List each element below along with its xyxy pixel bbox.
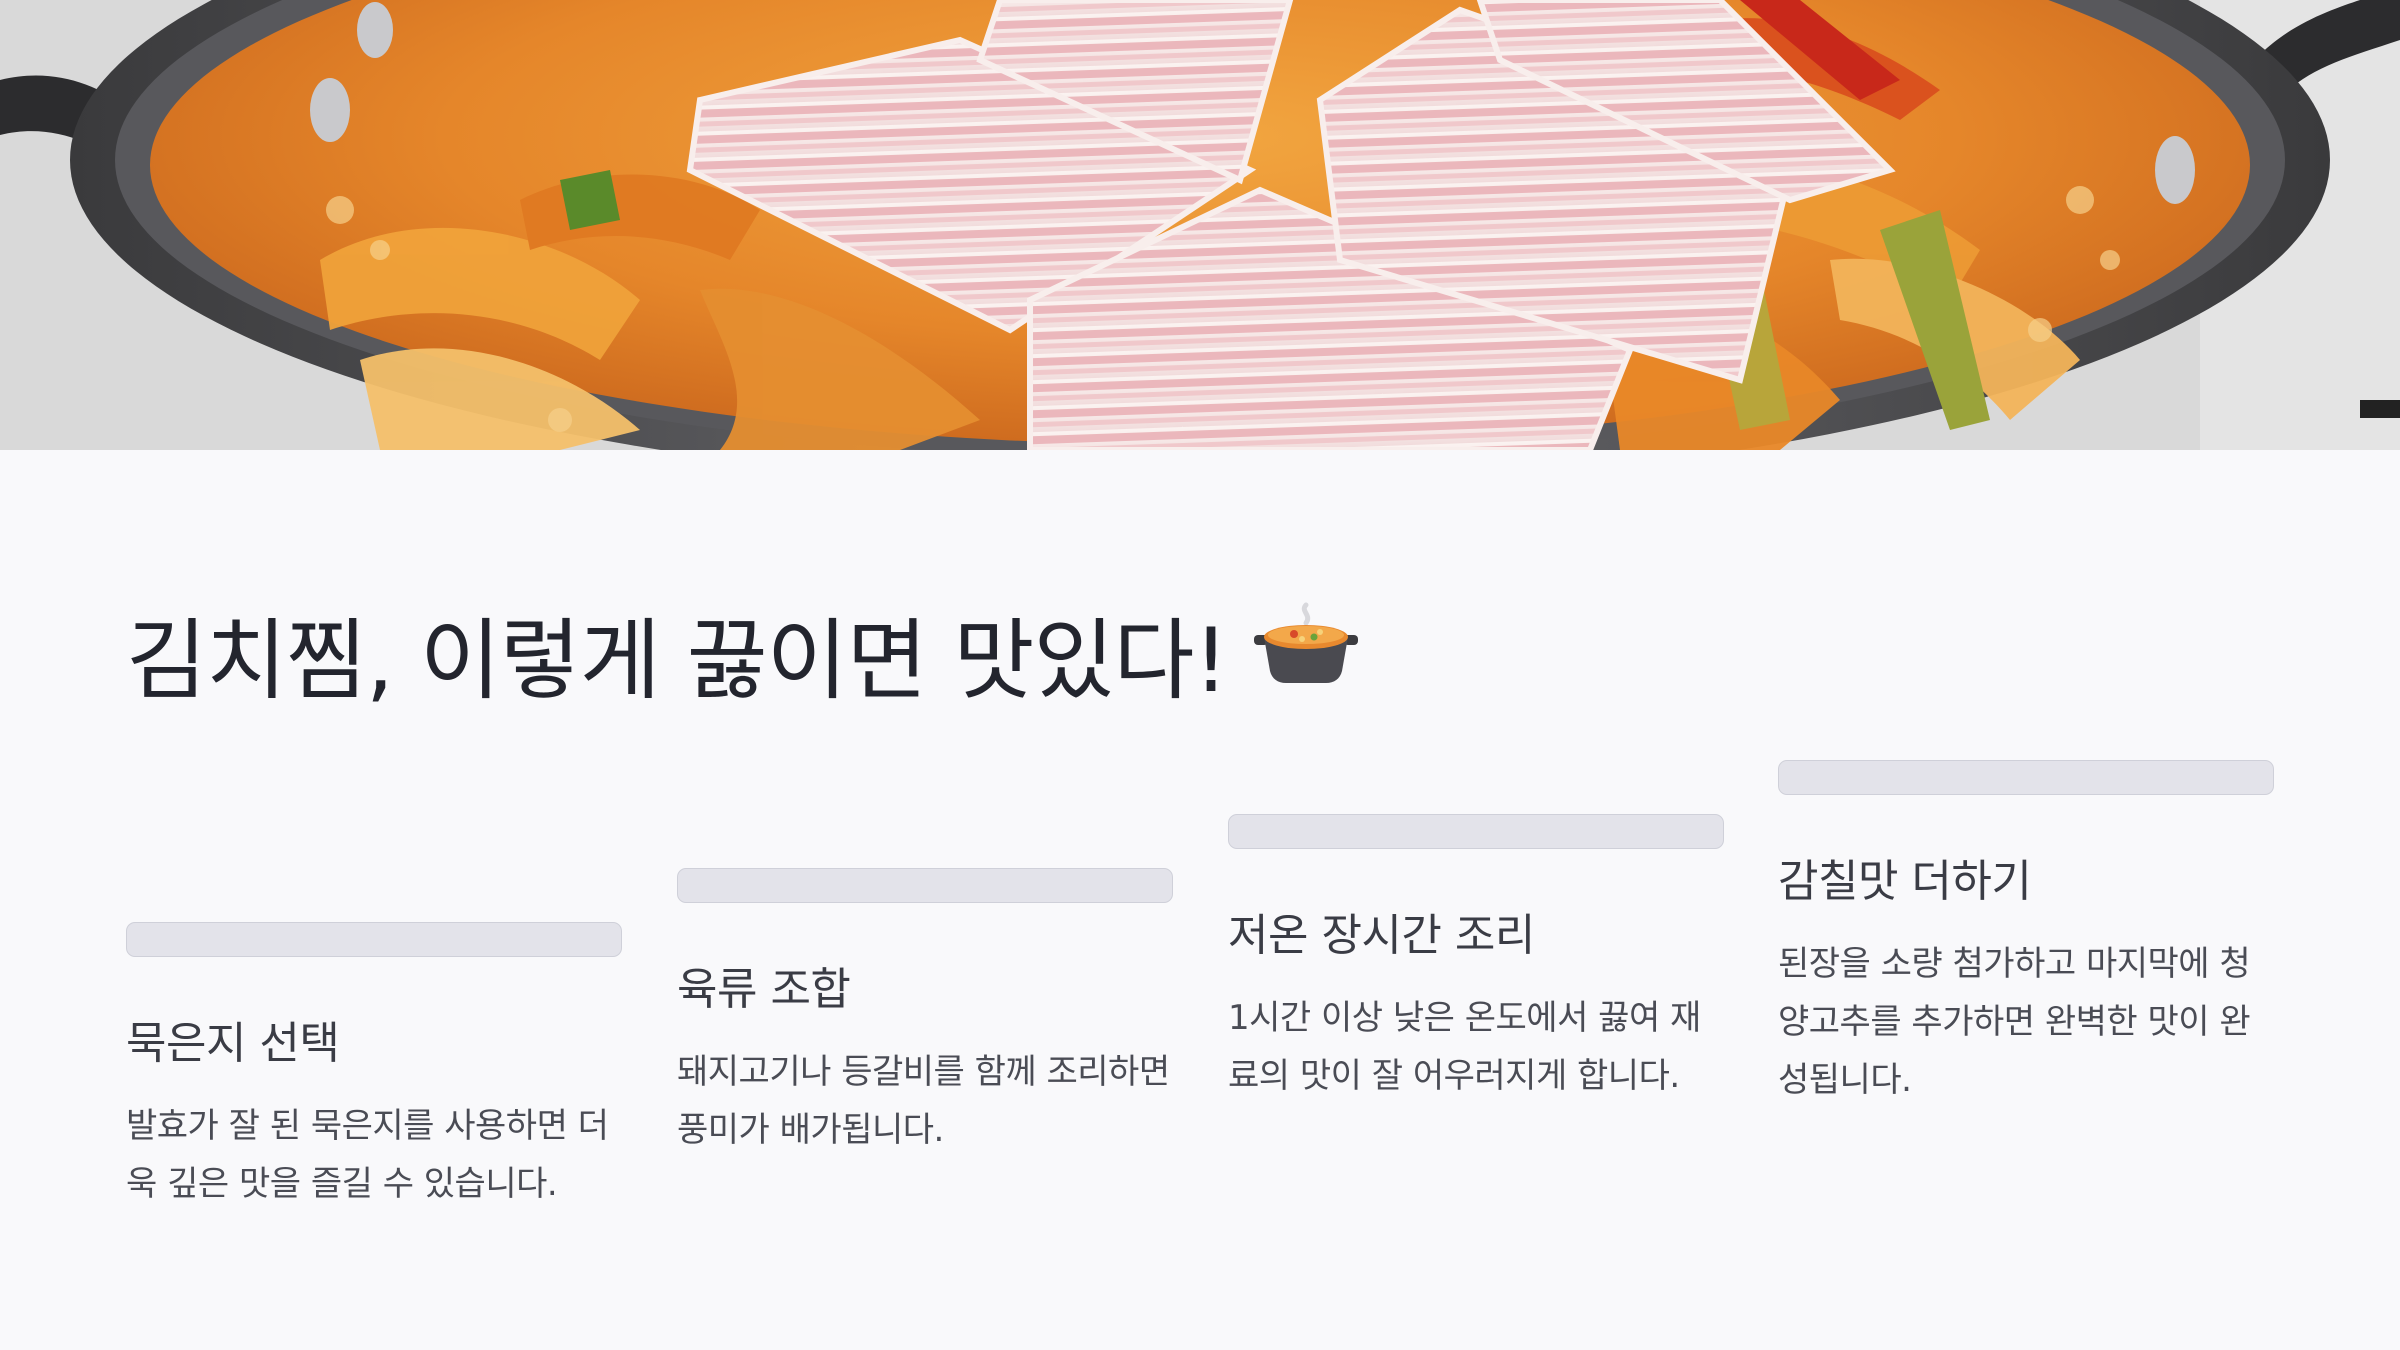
step-card-3: 저온 장시간 조리 1시간 이상 낮은 온도에서 끓여 재료의 맛이 잘 어우러…	[1228, 814, 1724, 1105]
step-title: 육류 조합	[677, 964, 851, 1015]
step-card-2: 육류 조합 돼지고기나 등갈비를 함께 조리하면 풍미가 배가됩니다.	[677, 868, 1173, 1159]
pot-of-food-icon	[1253, 599, 1358, 708]
step-progress-bar	[1228, 814, 1724, 849]
step-title: 저온 장시간 조리	[1228, 910, 1535, 961]
step-description: 돼지고기나 등갈비를 함께 조리하면 풍미가 배가됩니다.	[677, 1052, 1170, 1150]
page-title: 김치찜, 이렇게 끓이면 맛있다!	[126, 590, 1358, 717]
step-description: 발효가 잘 된 묵은지를 사용하면 더욱 깊은 맛을 즐길 수 있습니다.	[126, 1106, 609, 1204]
step-progress-bar	[1778, 760, 2274, 795]
step-progress-bar	[126, 922, 622, 957]
step-description: 된장을 소량 첨가하고 마지막에 청양고추를 추가하면 완벽한 맛이 완성됩니다…	[1778, 944, 2251, 1100]
step-progress-bar	[677, 868, 1173, 903]
step-title: 묵은지 선택	[126, 1018, 340, 1069]
step-card-4: 감칠맛 더하기 된장을 소량 첨가하고 마지막에 청양고추를 추가하면 완벽한 …	[1778, 760, 2274, 1109]
step-title: 감칠맛 더하기	[1778, 856, 2032, 907]
step-card-1: 묵은지 선택 발효가 잘 된 묵은지를 사용하면 더욱 깊은 맛을 즐길 수 있…	[126, 922, 622, 1213]
kimchi-stew-illustration	[0, 0, 2400, 450]
hero-photo	[0, 0, 2400, 450]
page-title-text: 김치찜, 이렇게 끓이면 맛있다!	[126, 609, 1229, 712]
step-description: 1시간 이상 낮은 온도에서 끓여 재료의 맛이 잘 어우러지게 합니다.	[1228, 998, 1701, 1096]
